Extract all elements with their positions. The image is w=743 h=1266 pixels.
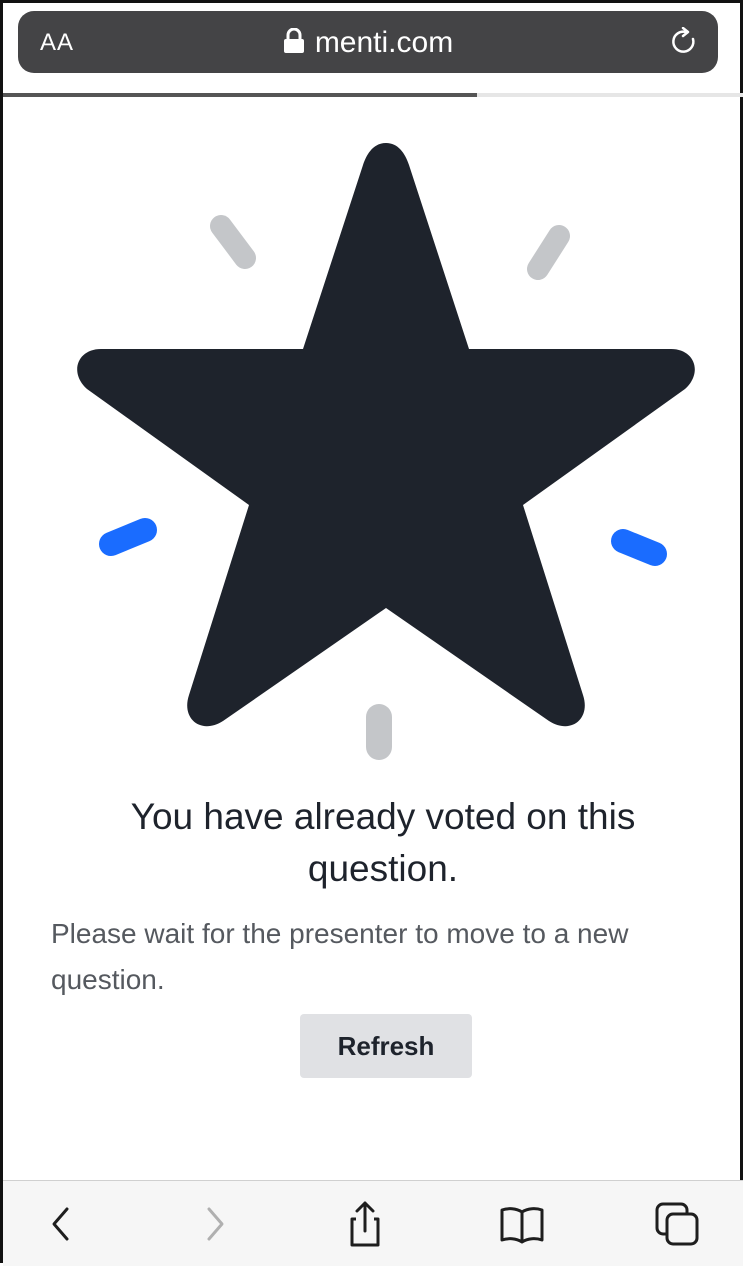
page-load-progress-fill xyxy=(3,93,477,97)
sparkle-top-right xyxy=(527,225,570,280)
star-icon xyxy=(77,143,695,727)
page-load-progress xyxy=(3,93,743,97)
back-icon[interactable] xyxy=(37,1199,87,1249)
lock-icon xyxy=(283,28,304,53)
browser-toolbar xyxy=(3,1180,743,1266)
forward-icon[interactable] xyxy=(189,1199,239,1249)
star-illustration xyxy=(77,143,695,760)
sparkle-right xyxy=(611,529,667,566)
browser-frame: AA menti.com You have already voted on t… xyxy=(0,0,743,1266)
page-title: You have already voted on this question. xyxy=(130,796,636,889)
sparkle-top-left xyxy=(210,215,256,269)
sparkle-left xyxy=(99,518,157,556)
refresh-button[interactable]: Refresh xyxy=(300,1014,472,1078)
bookmarks-icon[interactable] xyxy=(497,1199,547,1249)
address-bar[interactable]: AA menti.com xyxy=(18,11,718,73)
share-icon[interactable] xyxy=(340,1199,390,1249)
url-text: menti.com xyxy=(314,26,454,59)
tabs-icon[interactable] xyxy=(653,1199,703,1249)
url-display[interactable]: menti.com xyxy=(18,26,718,60)
reload-icon[interactable] xyxy=(670,27,700,57)
waiting-message: Please wait for the presenter to move to… xyxy=(51,918,629,995)
